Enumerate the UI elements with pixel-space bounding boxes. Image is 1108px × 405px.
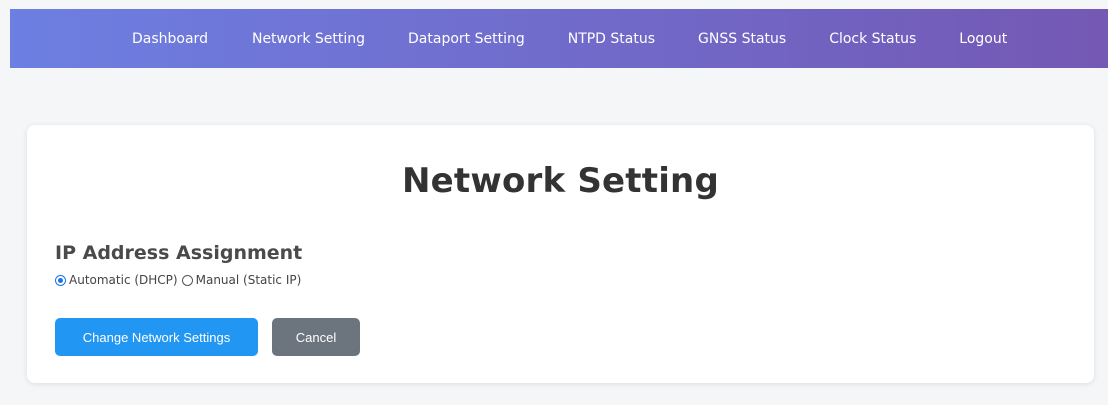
static-ip-radio[interactable] [181, 274, 193, 286]
dhcp-radio[interactable] [55, 274, 66, 286]
dhcp-radio-label[interactable]: Automatic (DHCP) [69, 273, 178, 287]
ip-assignment-heading: IP Address Assignment [55, 242, 303, 264]
nav-item-gnss-status[interactable]: GNSS Status [698, 31, 786, 47]
nav-item-network-setting[interactable]: Network Setting [252, 31, 365, 47]
static-ip-radio-label[interactable]: Manual (Static IP) [196, 273, 302, 287]
network-setting-card: Network Setting IP Address Assignment Au… [27, 125, 1094, 383]
change-network-settings-button[interactable]: Change Network Settings [55, 318, 258, 356]
nav-item-ntpd-status[interactable]: NTPD Status [568, 31, 655, 47]
nav-item-logout[interactable]: Logout [959, 31, 1007, 47]
nav-item-dashboard[interactable]: Dashboard [132, 31, 208, 47]
nav-menu: Dashboard Network Setting Dataport Setti… [10, 31, 1007, 47]
page-title: Network Setting [401, 161, 719, 201]
nav-item-clock-status[interactable]: Clock Status [829, 31, 916, 47]
cancel-button[interactable]: Cancel [272, 318, 360, 356]
top-navbar: Dashboard Network Setting Dataport Setti… [10, 9, 1108, 68]
ip-assignment-options: Automatic (DHCP) Manual (Static IP) [55, 273, 305, 287]
nav-item-dataport-setting[interactable]: Dataport Setting [408, 31, 525, 47]
